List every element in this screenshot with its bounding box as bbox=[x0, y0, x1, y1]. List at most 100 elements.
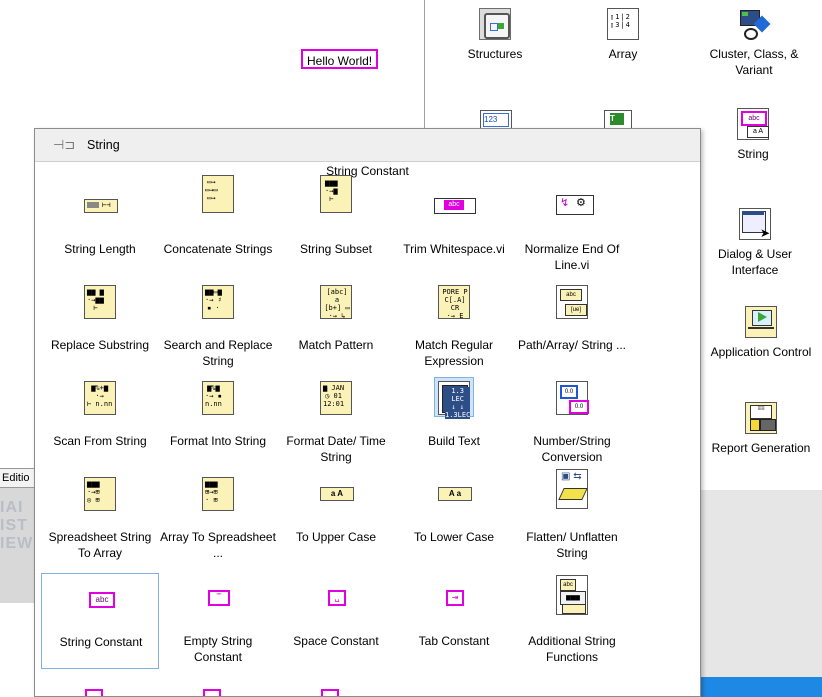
pin-icon[interactable]: ⊣⊐ bbox=[53, 138, 75, 152]
palette-item-label: Dialog & User Interface bbox=[717, 247, 793, 277]
structures-icon bbox=[479, 8, 511, 40]
palette-item-space-constant[interactable]: ␣ Space Constant bbox=[277, 573, 395, 669]
format-date-time-icon: ▆ JAN ◷ 01 12:01 bbox=[320, 381, 352, 415]
palette-empty-area bbox=[700, 490, 822, 677]
palette-item-string-subset[interactable]: ▆▆▆ ·→▆ ⊢ String Subset bbox=[277, 175, 395, 277]
palette-item-concatenate-strings[interactable]: ▭→ ▭→▭ ▭→ Concatenate Strings bbox=[159, 175, 277, 277]
string-subset-icon: ▆▆▆ ·→▆ ⊢ bbox=[320, 175, 352, 213]
palette-title-bar[interactable]: ⊣⊐ String bbox=[35, 129, 700, 162]
palette-item-match-pattern[interactable]: [abc] a [b+] ▭ ·→ ↳ Match Pattern bbox=[277, 277, 395, 373]
item-label: Search and Replace String bbox=[163, 338, 273, 368]
empty-string-constant-icon: "" bbox=[202, 581, 234, 613]
hello-world-string-constant[interactable]: Hello World! bbox=[301, 49, 379, 69]
item-label: Match Pattern bbox=[298, 338, 374, 352]
app-control-icon bbox=[745, 306, 777, 338]
item-label: Format Into String bbox=[169, 434, 267, 448]
array-to-spreadsheet-icon: ▆▆▆ ⊞→⊞ · ⊞ bbox=[202, 477, 234, 511]
hover-tooltip: String Constant bbox=[326, 164, 409, 178]
palette-title: String bbox=[87, 138, 120, 152]
item-label: Trim Whitespace.vi bbox=[403, 242, 505, 256]
item-label: Normalize End Of Line.vi bbox=[524, 242, 620, 272]
palette-item-report-generation[interactable]: ≡≡ Report Generation bbox=[706, 402, 816, 456]
palette-item-label: Cluster, Class, & Variant bbox=[709, 47, 799, 77]
item-label: String Length bbox=[64, 242, 136, 256]
palette-item-flatten-unflatten[interactable]: ▣ ⇆ Flatten/ Unflatten String bbox=[513, 469, 631, 565]
string-constant-icon: abc bbox=[85, 582, 117, 614]
watermark-text: IST bbox=[0, 517, 28, 534]
item-label: Spreadsheet String To Array bbox=[48, 530, 152, 560]
watermark-text: IEW bbox=[0, 535, 34, 552]
partial-item-icon bbox=[203, 689, 221, 696]
palette-item-cluster-class-variant[interactable]: Cluster, Class, & Variant bbox=[694, 8, 814, 78]
palette-item-array-to-spreadsheet[interactable]: ▆▆▆ ⊞→⊞ · ⊞ Array To Spreadsheet ... bbox=[159, 469, 277, 565]
number-string-conversion-icon: 0.0 0.0 bbox=[556, 381, 589, 415]
additional-string-functions-icon: abc ▆▆▆ bbox=[556, 575, 588, 615]
palette-item-format-into-string[interactable]: ▆%▆ ·→ ▪ n.nn Format Into String bbox=[159, 373, 277, 469]
palette-item-replace-substring[interactable]: ▆▆ ▆ ·→▆▆ ⊢ Replace Substring bbox=[41, 277, 159, 373]
item-label: Empty String Constant bbox=[183, 634, 253, 664]
match-regex-icon: PORE P C[.A] CR ·→ E bbox=[438, 285, 470, 320]
watermark-text: IAI bbox=[0, 499, 24, 516]
item-label: Space Constant bbox=[293, 634, 379, 648]
palette-item-build-text[interactable]: 1.3 LEC ↓ ↓ 1.3LEC Build Text bbox=[395, 373, 513, 469]
item-label: To Upper Case bbox=[295, 530, 377, 544]
dialog-icon: ➤ bbox=[739, 208, 771, 240]
palette-item-to-upper-case[interactable]: a A To Upper Case bbox=[277, 469, 395, 565]
item-label: Path/Array/ String ... bbox=[517, 338, 627, 352]
item-label: Match Regular Expression bbox=[414, 338, 494, 368]
format-into-string-icon: ▆%▆ ·→ ▪ n.nn bbox=[202, 381, 234, 415]
palette-item-dialog-user-interface[interactable]: ➤ Dialog & User Interface bbox=[700, 208, 810, 278]
tab-constant-icon: ⇥ bbox=[438, 581, 470, 613]
palette-item-string-constant[interactable]: abc String Constant bbox=[41, 573, 159, 669]
palette-item-array[interactable]: ▯1|2 ▯3|4 Array bbox=[576, 8, 670, 62]
space-constant-icon: ␣ bbox=[320, 581, 352, 613]
palette-item-trim-whitespace[interactable]: abc Trim Whitespace.vi bbox=[395, 181, 513, 277]
item-label: Scan From String bbox=[53, 434, 147, 448]
item-label: To Lower Case bbox=[413, 530, 495, 544]
spreadsheet-to-array-icon: ▆▆▆ ·→⊞ ◎ ⊞ bbox=[84, 477, 116, 511]
item-label: Format Date/ Time String bbox=[286, 434, 386, 464]
palette-item-format-date-time[interactable]: ▆ JAN ◷ 01 12:01 Format Date/ Time String bbox=[277, 373, 395, 469]
cluster-icon bbox=[738, 8, 771, 40]
palette-item-label: Structures bbox=[467, 47, 523, 61]
palette-item-string-length[interactable]: ⊢⊣ String Length bbox=[41, 181, 159, 277]
palette-item-application-control[interactable]: Application Control bbox=[706, 306, 816, 360]
palette-item-path-array-string[interactable]: abc [ue] Path/Array/ String ... bbox=[513, 277, 631, 373]
item-label: Concatenate Strings bbox=[163, 242, 273, 256]
partial-item-icon bbox=[321, 689, 339, 696]
palette-item-structures[interactable]: Structures bbox=[448, 8, 542, 62]
scan-from-string-icon: ▆%+▆ ·→ ⊢ n.nn bbox=[84, 381, 116, 415]
normalize-eol-icon: ↯ ⚙ bbox=[556, 189, 594, 221]
palette-item-to-lower-case[interactable]: A a To Lower Case bbox=[395, 469, 513, 565]
array-icon: ▯1|2 ▯3|4 bbox=[607, 8, 639, 40]
palette-item-label: Application Control bbox=[710, 345, 812, 359]
palette-item-spreadsheet-to-array[interactable]: ▆▆▆ ·→⊞ ◎ ⊞ Spreadsheet String To Array bbox=[41, 469, 159, 565]
palette-item-label: Array bbox=[608, 47, 638, 61]
item-label: String Constant bbox=[59, 635, 143, 649]
palette-item-tab-constant[interactable]: ⇥ Tab Constant bbox=[395, 573, 513, 669]
string-length-icon: ⊢⊣ bbox=[84, 189, 118, 221]
report-icon: ≡≡ bbox=[745, 402, 777, 434]
item-label: Flatten/ Unflatten String bbox=[526, 530, 618, 560]
palette-item-match-regex[interactable]: PORE P C[.A] CR ·→ E Match Regular Express… bbox=[395, 277, 513, 373]
item-label: Number/String Conversion bbox=[533, 434, 611, 464]
palette-item-normalize-eol[interactable]: ↯ ⚙ Normalize End Of Line.vi bbox=[513, 181, 631, 277]
partial-item-icon bbox=[85, 689, 103, 696]
item-label: Tab Constant bbox=[418, 634, 490, 648]
palette-item-additional-string-functions[interactable]: abc ▆▆▆ Additional String Functions bbox=[513, 573, 631, 669]
match-pattern-icon: [abc] a [b+] ▭ ·→ ↳ bbox=[320, 285, 352, 320]
to-upper-case-icon: a A bbox=[320, 477, 354, 509]
boolean-icon: T bbox=[604, 110, 632, 130]
trim-whitespace-icon: abc bbox=[434, 189, 476, 221]
palette-item-number-string-conversion[interactable]: 0.0 0.0 Number/String Conversion bbox=[513, 373, 631, 469]
item-label: Replace Substring bbox=[50, 338, 150, 352]
item-label: String Subset bbox=[299, 242, 373, 256]
palette-item-string[interactable]: abc a A String bbox=[706, 108, 800, 162]
palette-item-scan-from-string[interactable]: ▆%+▆ ·→ ⊢ n.nn Scan From String bbox=[41, 373, 159, 469]
palette-item-search-replace-string[interactable]: ▆▆▭▆ ·→ ♯ ▪ · Search and Replace String bbox=[159, 277, 277, 373]
concatenate-strings-icon: ▭→ ▭→▭ ▭→ bbox=[202, 175, 234, 213]
palette-item-empty-string-constant[interactable]: "" Empty String Constant bbox=[159, 573, 277, 669]
build-text-icon: 1.3 LEC ↓ ↓ 1.3LEC bbox=[438, 381, 471, 419]
string-icon: abc a A bbox=[737, 108, 769, 140]
palette-item-label: String bbox=[737, 147, 769, 161]
